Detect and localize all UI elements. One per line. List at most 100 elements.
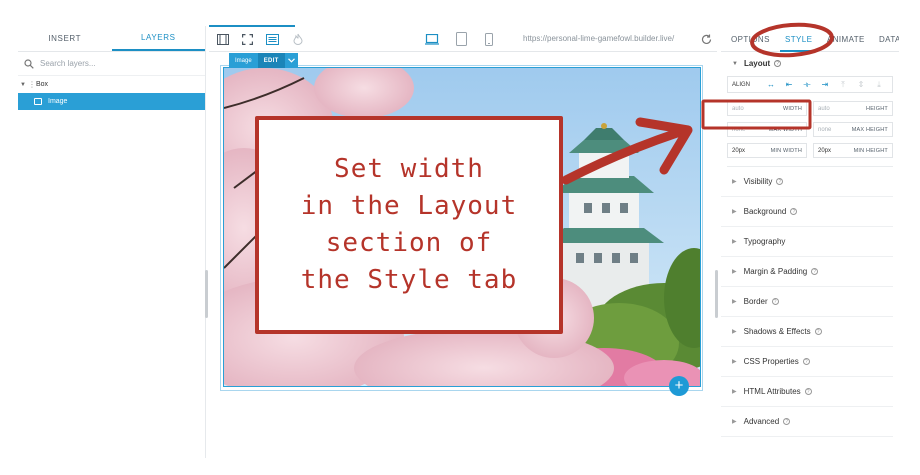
align-stretch-icon[interactable]: ↔ <box>762 80 780 89</box>
drag-handle-icon[interactable]: ⋮ <box>28 80 36 89</box>
min-width-field[interactable]: 20px MIN WIDTH <box>727 143 807 158</box>
fullscreen-icon[interactable] <box>240 32 254 46</box>
chevron-right-icon: ▶ <box>732 329 737 335</box>
align-left-icon[interactable]: ⇤ <box>780 80 798 89</box>
left-panel: INSERT LAYERS ▼ ⋮ Box Image <box>18 26 206 458</box>
section-visibility-title: Visibility <box>743 177 773 186</box>
chevron-right-icon: ▶ <box>732 359 737 365</box>
help-icon[interactable]: ? <box>771 298 779 305</box>
min-size-row: 20px MIN WIDTH 20px MIN HEIGHT <box>727 143 893 158</box>
section-margin-padding-title: Margin & Padding <box>743 267 808 276</box>
align-middle-icon[interactable]: ⇕ <box>852 80 870 89</box>
element-type-label[interactable]: Image <box>229 53 258 68</box>
help-icon[interactable]: ? <box>783 418 791 425</box>
refresh-icon[interactable] <box>699 32 713 46</box>
preview-url[interactable]: https://personal-lime-gamefowl.builder.l… <box>523 34 695 43</box>
min-height-field[interactable]: 20px MIN HEIGHT <box>813 143 893 158</box>
align-bottom-icon[interactable]: ⤓ <box>870 80 888 90</box>
toolbar-active-indicator <box>209 25 295 27</box>
caret-down-icon[interactable]: ▼ <box>18 82 28 88</box>
align-right-icon[interactable]: ⇥ <box>816 80 834 89</box>
layer-search <box>18 52 205 76</box>
tablet-view-icon[interactable] <box>454 32 468 46</box>
align-center-icon[interactable]: ⟛ <box>798 80 816 90</box>
max-height-label: MAX HEIGHT <box>851 126 888 133</box>
max-width-field[interactable]: none MAX WIDTH <box>727 122 807 137</box>
section-margin-padding[interactable]: ▶ Margin & Padding ? <box>721 257 893 287</box>
help-icon[interactable]: ? <box>804 388 812 395</box>
style-tab-underline <box>780 50 818 52</box>
section-advanced[interactable]: ▶ Advanced ? <box>721 407 893 437</box>
annotation-note: Set width in the Layout section of the S… <box>255 116 563 334</box>
right-panel-tabs: OPTIONS STYLE ANIMATE DATA <box>721 26 899 52</box>
section-typography[interactable]: ▶ Typography <box>721 227 893 257</box>
left-panel-tabs: INSERT LAYERS <box>18 26 205 52</box>
layer-image[interactable]: Image <box>18 93 205 110</box>
section-layout-header[interactable]: ▼ Layout ? <box>721 52 899 75</box>
align-label: ALIGN <box>732 81 751 88</box>
section-shadows-effects-title: Shadows & Effects <box>743 327 811 336</box>
annotation-line-2: in the Layout <box>300 191 518 221</box>
tab-animate[interactable]: ANIMATE <box>827 35 865 44</box>
tab-layers[interactable]: LAYERS <box>111 26 205 51</box>
mobile-view-icon[interactable] <box>482 32 496 46</box>
search-icon <box>24 58 34 69</box>
height-field[interactable]: auto HEIGHT <box>813 101 893 116</box>
height-label: HEIGHT <box>866 105 888 112</box>
chevron-right-icon: ▶ <box>732 239 737 245</box>
size-row: auto WIDTH auto HEIGHT <box>727 101 893 116</box>
image-icon <box>34 98 42 105</box>
max-width-label: MAX WIDTH <box>768 126 802 133</box>
help-icon[interactable]: ? <box>811 268 819 275</box>
left-resize-handle[interactable] <box>205 270 208 318</box>
flame-icon[interactable] <box>291 32 305 46</box>
layer-box[interactable]: ▼ ⋮ Box <box>18 76 205 93</box>
section-visibility[interactable]: ▶ Visibility ? <box>721 167 893 197</box>
layer-box-label: Box <box>36 81 49 88</box>
layer-image-label: Image <box>48 98 68 105</box>
help-icon[interactable]: ? <box>774 60 782 67</box>
section-css-properties[interactable]: ▶ CSS Properties ? <box>721 347 893 377</box>
tab-insert[interactable]: INSERT <box>18 26 112 51</box>
help-icon[interactable]: ? <box>776 178 784 185</box>
chevron-right-icon: ▶ <box>732 209 737 215</box>
width-field[interactable]: auto WIDTH <box>727 101 807 116</box>
chevron-right-icon: ▶ <box>732 269 737 275</box>
section-border[interactable]: ▶ Border ? <box>721 287 893 317</box>
section-html-attributes-title: HTML Attributes <box>743 387 801 396</box>
edit-button[interactable]: EDIT <box>257 53 285 68</box>
right-resize-handle[interactable] <box>715 270 718 318</box>
section-border-title: Border <box>743 297 768 306</box>
min-height-value: 20px <box>818 147 832 154</box>
annotation-line-4: the Style tab <box>300 265 518 295</box>
help-icon[interactable]: ? <box>790 208 798 215</box>
max-height-field[interactable]: none MAX HEIGHT <box>813 122 893 137</box>
max-height-value: none <box>818 126 832 133</box>
min-height-label: MIN HEIGHT <box>853 147 888 154</box>
desktop-view-icon[interactable] <box>425 32 439 46</box>
tab-options[interactable]: OPTIONS <box>731 35 770 44</box>
section-shadows-effects[interactable]: ▶ Shadows & Effects ? <box>721 317 893 347</box>
chevron-down-icon[interactable] <box>284 53 298 68</box>
add-element-button[interactable]: + <box>669 376 689 396</box>
help-icon[interactable]: ? <box>802 358 810 365</box>
section-html-attributes[interactable]: ▶ HTML Attributes ? <box>721 377 893 407</box>
width-value: auto <box>732 105 744 112</box>
max-width-value: none <box>732 126 746 133</box>
section-typography-title: Typography <box>743 237 786 246</box>
section-background[interactable]: ▶ Background ? <box>721 197 893 227</box>
width-label: WIDTH <box>782 105 802 112</box>
film-frame-icon[interactable] <box>216 32 230 46</box>
tab-style[interactable]: STYLE <box>785 35 812 44</box>
chevron-down-icon: ▼ <box>732 60 738 67</box>
help-icon[interactable]: ? <box>814 328 822 335</box>
section-layout-title: Layout <box>743 59 771 68</box>
section-background-title: Background <box>743 207 787 216</box>
height-value: auto <box>818 105 830 112</box>
search-layers-input[interactable] <box>40 59 190 68</box>
outline-view-icon[interactable] <box>265 32 279 46</box>
align-top-icon[interactable]: ⤒ <box>834 80 852 90</box>
tab-data[interactable]: DATA <box>879 35 899 44</box>
section-css-properties-title: CSS Properties <box>743 357 799 366</box>
annotation-line-1: Set width <box>334 154 484 184</box>
